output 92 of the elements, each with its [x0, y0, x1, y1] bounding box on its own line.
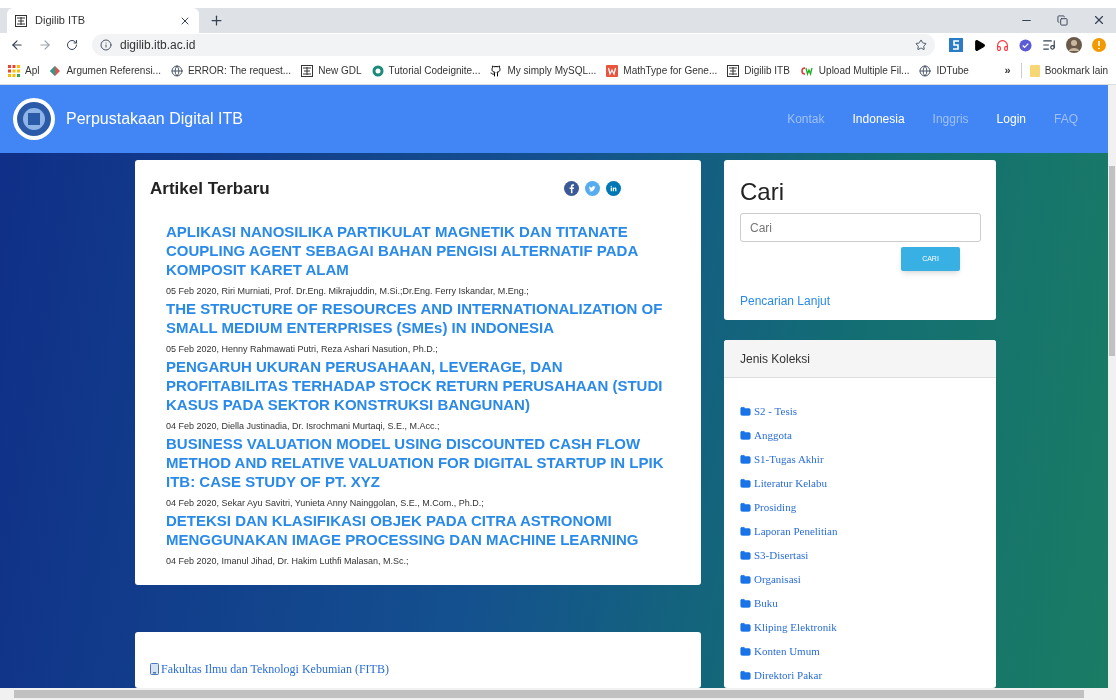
play-icon[interactable]: [973, 38, 986, 52]
scroll-thumb[interactable]: [1109, 166, 1115, 356]
bookmark[interactable]: ERROR: The request...: [170, 63, 292, 78]
nav-link[interactable]: Indonesia: [852, 110, 905, 128]
folder-icon: [1029, 64, 1040, 77]
folder-icon: [740, 405, 751, 417]
folder-icon: [740, 669, 751, 681]
collection-link[interactable]: S1-Tugas Akhir: [754, 450, 824, 468]
collection-link[interactable]: Direktori Pakar: [754, 666, 823, 684]
collection-link[interactable]: Buku: [754, 594, 778, 612]
facebook-icon[interactable]: [564, 181, 579, 197]
browser-tab[interactable]: Digilib ITB: [7, 8, 199, 33]
folder-icon: [740, 525, 751, 537]
article-title-link[interactable]: BUSINESS VALUATION MODEL USING DISCOUNTED CASH FLOW METHOD AND RELATIVE VALUATION FOR DIGITAL STARTUP IN LPIK ITB: CASE STUDY OF PT. XYZ: [166, 433, 666, 491]
article-title-link[interactable]: APLIKASI NANOSILIKA PARTIKULAT MAGNETIK DAN TITANATE COUPLING AGENT SEBAGAI BAHAN PENGISI ALTERNATIF PADA KOMPOSIT KARET ALAM: [166, 221, 666, 279]
collection-link[interactable]: Prosiding: [754, 498, 797, 516]
bookmark[interactable]: Upload Multiple Fil...: [799, 63, 910, 78]
article-meta: 04 Feb 2020, Sekar Ayu Savitri, Yunieta Anny Nainggolan, S.E., M.Com., Ph.D.;: [166, 496, 485, 509]
star-icon[interactable]: [915, 39, 927, 51]
leaf-icon: [49, 64, 62, 77]
bookmark[interactable]: New GDL: [301, 63, 362, 78]
nav-link[interactable]: Login: [996, 110, 1026, 128]
s-logo-icon[interactable]: [949, 38, 963, 52]
w-logo-icon: [606, 64, 619, 77]
back-icon[interactable]: [10, 38, 24, 52]
collection-link[interactable]: S2 - Tesis: [754, 402, 798, 420]
playlist-icon[interactable]: [1042, 38, 1056, 52]
bookmark[interactable]: IDTube: [919, 63, 969, 78]
folder-icon: [740, 477, 751, 489]
article-title-link[interactable]: DETEKSI DAN KLASIFIKASI OBJEK PADA CITRA ASTRONOMI MENGGUNAKAN IMAGE PROCESSING DAN MACHINE LEARNING: [166, 510, 666, 549]
search-heading: Cari: [740, 177, 785, 207]
github-icon: [490, 64, 503, 77]
article-meta: 04 Feb 2020, Imanul Jihad, Dr. Hakim Luthfi Malasan, M.Sc.;: [166, 554, 410, 567]
folder-icon: [740, 453, 751, 465]
vertical-scrollbar[interactable]: [1108, 85, 1116, 688]
linkedin-icon[interactable]: [606, 181, 621, 197]
collection-link[interactable]: Organisasi: [754, 570, 801, 588]
collection-link[interactable]: Laporan Penelitian: [754, 522, 838, 540]
emblem-icon: [12, 97, 56, 141]
logo-icon: [15, 14, 27, 27]
collections-heading: Jenis Koleksi: [740, 350, 811, 368]
horizontal-scrollbar[interactable]: [0, 688, 1116, 700]
folder-icon: [740, 597, 751, 609]
folder-icon: [740, 645, 751, 657]
info-icon: [100, 39, 112, 51]
forward-icon[interactable]: [38, 38, 52, 52]
article-meta: 05 Feb 2020, Henny Rahmawati Putri, Reza Ashari Nasution, Ph.D.;: [166, 342, 439, 355]
logo-icon: [727, 64, 740, 77]
circle-icon: [371, 64, 384, 77]
folder-icon: [740, 573, 751, 585]
collection-link[interactable]: Konten Umum: [754, 642, 820, 660]
search-field[interactable]: Cari: [740, 213, 981, 242]
folder-icon: [740, 621, 751, 633]
new-tab-icon[interactable]: [209, 13, 224, 28]
articles-heading: Artikel Terbaru: [150, 178, 271, 200]
article-title-link[interactable]: THE STRUCTURE OF RESOURCES AND INTERNATIONALIZATION OF SMALL MEDIUM ENTERPRISES (SMEs) IN INDONESIA: [166, 298, 666, 337]
bookmark[interactable]: MathType for Gene...: [606, 63, 718, 78]
restore-icon[interactable]: [1057, 14, 1068, 26]
close-icon[interactable]: [1092, 13, 1106, 27]
advanced-search-link[interactable]: Pencarian Lanjut: [740, 292, 980, 310]
twitter-icon[interactable]: [585, 181, 600, 197]
globe-icon: [170, 64, 183, 77]
apps-grid-icon: [8, 64, 20, 77]
bookmark-folder[interactable]: Bookmark lain: [1020, 63, 1108, 78]
collection-link[interactable]: S3-Disertasi: [754, 546, 809, 564]
more-bookmarks[interactable]: »: [1004, 62, 1011, 79]
article-title-link[interactable]: PENGARUH UKURAN PERUSAHAAN, LEVERAGE, DAN PROFITABILITAS TERHADAP STOCK RETURN PERUSAHAAN (STUDI KASUS PADA SEKTOR KONSTRUKSI BANGUNAN): [166, 356, 666, 414]
logo-icon: [301, 64, 314, 77]
bookmark[interactable]: Apl: [8, 63, 40, 78]
folder-icon: [740, 501, 751, 513]
document-icon: [150, 663, 159, 675]
bookmark[interactable]: Argumen Referensi...: [49, 63, 161, 78]
collection-link[interactable]: Literatur Kelabu: [754, 474, 827, 492]
faculty-link[interactable]: Fakultas Ilmu dan Teknologi Kebumian (FITB): [161, 660, 389, 678]
reload-icon[interactable]: [66, 39, 78, 51]
bookmark[interactable]: Tutorial Codeignite...: [371, 63, 481, 78]
cw-logo-icon: [799, 65, 814, 76]
folder-icon: [740, 429, 751, 441]
article-meta: 04 Feb 2020, Diella Justinadia, Dr. Isrochmani Murtaqi, S.E., M.Acc.;: [166, 419, 441, 432]
site-title[interactable]: Perpustakaan Digital ITB: [66, 107, 243, 131]
globe-icon: [919, 64, 932, 77]
scroll-thumb[interactable]: [14, 690, 1084, 698]
bookmark[interactable]: Digilib ITB: [727, 63, 790, 78]
folder-icon: [740, 549, 751, 561]
check-badge-icon[interactable]: [1019, 38, 1032, 52]
headphones-icon[interactable]: [996, 38, 1009, 52]
article-meta: 05 Feb 2020, Riri Murniati, Prof. Dr.Eng. Mikrajuddin, M.Si.;Dr.Eng. Ferry Iskandar, M.Eng.;: [166, 284, 530, 297]
avatar-icon[interactable]: [1066, 37, 1082, 53]
collection-link[interactable]: Kliping Elektronik: [754, 618, 837, 636]
bookmark[interactable]: My simply MySQL...: [490, 63, 597, 78]
address-bar[interactable]: digilib.itb.ac.id: [92, 34, 935, 56]
collection-link[interactable]: Anggota: [754, 426, 792, 444]
